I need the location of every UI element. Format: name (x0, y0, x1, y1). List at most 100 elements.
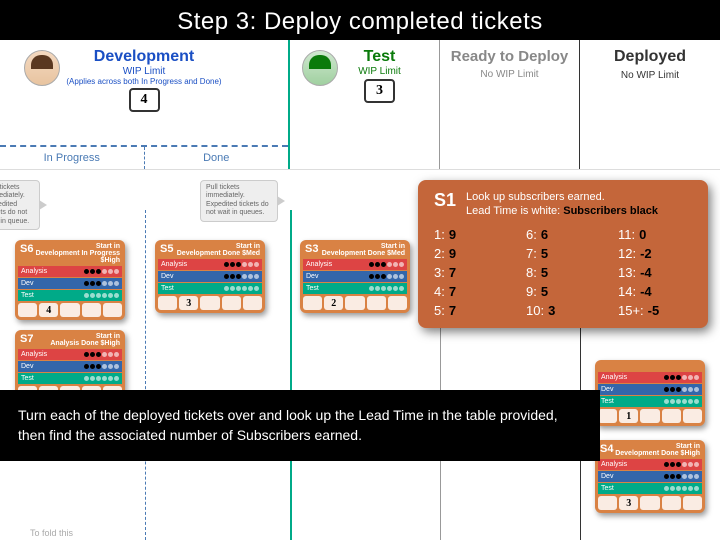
lookup-cell: 9:5 (526, 284, 600, 299)
ticket-row-dev: Dev (598, 471, 702, 482)
lookup-grid: 1:9 6:6 11:0 2:9 7:5 12:-2 3:7 8:5 13:-4 4:7 9:5 14… (434, 227, 692, 318)
lookup-cell: 12:-2 (618, 246, 692, 261)
ticket-id: S5 (160, 243, 173, 257)
ticket-row-test: Test (18, 373, 122, 384)
lookup-cell: 10:3 (526, 303, 600, 318)
lookup-cell: 6:6 (526, 227, 600, 242)
ticket-footer-cell (345, 296, 364, 310)
ticket-footer-cell (303, 296, 322, 310)
ticket-footer-cell (243, 296, 262, 310)
lookup-card[interactable]: S1 Look up subscribers earned. Lead Time… (418, 180, 708, 328)
ticket-s6[interactable]: S6Start inDevelopment In Progress $High A… (15, 240, 125, 320)
lookup-cell: 4:7 (434, 284, 508, 299)
wip-value-dev[interactable]: 4 (129, 88, 160, 112)
wip-value-test[interactable]: 3 (364, 79, 395, 103)
ticket-footer-cell (388, 296, 407, 310)
hint-bubble: Pull tickets immediately. Expedited tick… (200, 180, 278, 222)
ticket-footer-cell (60, 303, 79, 317)
lookup-cell: 15+:-5 (618, 303, 692, 318)
ticket-row-dev: Dev (303, 271, 407, 282)
lookup-line1: Look up subscribers earned. (466, 190, 658, 204)
lookup-cell: 14:-4 (618, 284, 692, 299)
ticket-footer-cell (598, 496, 617, 510)
ticket-footer-cell (103, 303, 122, 317)
col-title-deployed: Deployed (580, 48, 720, 66)
ticket-row-analysis: Analysis (18, 349, 122, 360)
no-wip-label: No WIP Limit (580, 70, 720, 82)
lookup-cell: 5:7 (434, 303, 508, 318)
ticket-row-test: Test (598, 483, 702, 494)
ticket-footer-cell: 4 (39, 303, 58, 317)
ticket-row-dev: Dev (598, 384, 702, 395)
ticket-row-analysis: Analysis (303, 259, 407, 270)
slide-title: Step 3: Deploy completed tickets (0, 0, 720, 44)
ticket-meta: Start inDevelopment Done $Med (177, 243, 260, 257)
ticket-footer-cell (662, 409, 681, 423)
lookup-cell: 2:9 (434, 246, 508, 261)
column-development: Development WIP Limit (Applies across bo… (0, 40, 290, 169)
lookup-cell: 13:-4 (618, 265, 692, 280)
ticket-s4[interactable]: S4Start inDevelopment Done $High Analysis… (595, 440, 705, 513)
subcol-in-progress: In Progress (0, 147, 145, 169)
ticket-row-dev: Dev (18, 361, 122, 372)
hint-text: Pull tickets immediately. Expedited tick… (0, 184, 29, 225)
hint-bubble: Pull tickets immediately. Expedited tick… (0, 180, 40, 230)
ticket-footer-cell (222, 296, 241, 310)
lookup-id: S1 (434, 190, 456, 211)
col-title-test: Test (320, 48, 439, 66)
ticket-row-test: Test (158, 283, 262, 294)
ticket-row-analysis: Analysis (18, 266, 122, 277)
ticket-footer-cell (640, 496, 659, 510)
ticket-footer-cell: 1 (619, 409, 638, 423)
ticket-footer-cell (18, 303, 37, 317)
ticket-footer-cell: 3 (619, 496, 638, 510)
ticket-meta: Start inDevelopment In Progress $High (33, 243, 120, 264)
ticket-s_deploy1[interactable]: AnalysisDevTest 1 (595, 360, 705, 426)
ticket-footer-cell (200, 296, 219, 310)
ticket-row-dev: Dev (158, 271, 262, 282)
caption-box: Turn each of the deployed tickets over a… (0, 390, 600, 461)
lookup-cell: 1:9 (434, 227, 508, 242)
lookup-cell: 3:7 (434, 265, 508, 280)
hint-text: Pull tickets immediately. Expedited tick… (206, 184, 269, 216)
ticket-row-test: Test (303, 283, 407, 294)
ticket-row-analysis: Analysis (158, 259, 262, 270)
fold-hint: To fold this (30, 528, 73, 538)
ticket-id: S7 (20, 333, 33, 347)
column-ready: Ready to Deploy No WIP Limit (440, 40, 580, 169)
avatar-dev (24, 50, 60, 86)
kanban-board: Development WIP Limit (Applies across bo… (0, 40, 720, 540)
column-test: Test WIP Limit 3 (290, 40, 440, 169)
subcol-done: Done (145, 147, 289, 169)
lookup-cell: 8:5 (526, 265, 600, 280)
lookup-line2a: Lead Time is white: (466, 205, 563, 217)
ticket-footer-cell (683, 409, 702, 423)
ticket-footer-cell (640, 409, 659, 423)
ticket-row-test: Test (598, 396, 702, 407)
ticket-s3[interactable]: S3 Start inDevelopment Done $Med AnalysisD… (300, 240, 410, 313)
ticket-id: S3 (305, 243, 318, 257)
ticket-row-analysis: Analysis (598, 372, 702, 383)
caption-text: Turn each of the deployed tickets over a… (18, 407, 558, 443)
ticket-s5[interactable]: S5 Start inDevelopment Done $Med AnalysisD… (155, 240, 265, 313)
ticket-footer-cell (662, 496, 681, 510)
lookup-line2b: Subscribers black (563, 205, 658, 217)
ticket-footer-cell: 3 (179, 296, 198, 310)
ticket-id: S6 (20, 243, 33, 264)
col-title-ready: Ready to Deploy (440, 48, 579, 65)
ticket-meta: Start inDevelopment Done $Med (322, 243, 405, 257)
lookup-cell: 11:0 (618, 227, 692, 242)
ticket-id: S4 (600, 443, 613, 457)
lookup-cell: 7:5 (526, 246, 600, 261)
ticket-row-analysis: Analysis (598, 459, 702, 470)
avatar-test (302, 50, 338, 86)
ticket-footer-cell (158, 296, 177, 310)
ticket-row-dev: Dev (18, 278, 122, 289)
ticket-footer-cell (367, 296, 386, 310)
ticket-footer-cell (683, 496, 702, 510)
no-wip-label: No WIP Limit (440, 69, 579, 81)
ticket-row-test: Test (18, 290, 122, 301)
ticket-meta: Start inAnalysis Done $High (50, 333, 120, 347)
ticket-footer-cell (598, 409, 617, 423)
ticket-meta: Start inDevelopment Done $High (615, 443, 700, 457)
